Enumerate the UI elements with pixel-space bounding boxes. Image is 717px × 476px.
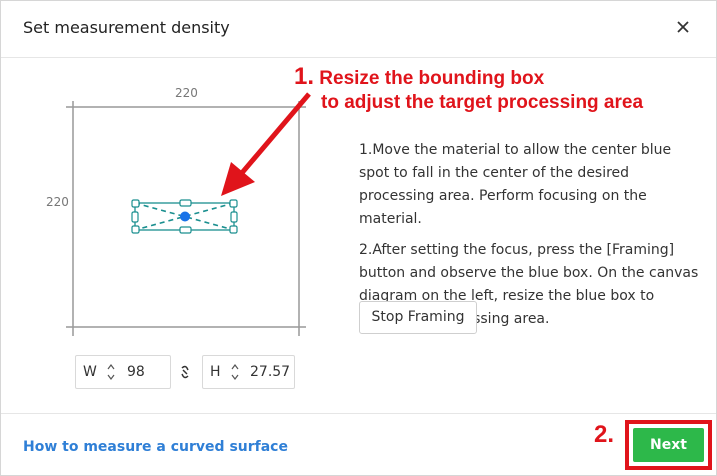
stop-framing-button[interactable]: Stop Framing — [359, 301, 477, 334]
width-value[interactable]: 98 — [127, 364, 145, 380]
annotation-1-line1: 1. Resize the bounding box — [294, 63, 545, 90]
width-field[interactable]: W 98 — [75, 355, 171, 389]
height-field[interactable]: H 27.57 — [202, 355, 295, 389]
spinner-arrows-icon[interactable] — [229, 361, 241, 383]
dialog-title: Set measurement density — [23, 18, 230, 37]
bounding-box[interactable] — [131, 199, 238, 234]
instruction-step-1: 1.Move the material to allow the center … — [359, 142, 672, 227]
width-label: W — [83, 364, 97, 380]
height-value[interactable]: 27.57 — [250, 364, 290, 380]
annotation-arrow — [221, 92, 311, 196]
next-button[interactable]: Next — [633, 428, 704, 462]
dialog-header: Set measurement density — [1, 1, 716, 58]
link-lock-icon[interactable] — [178, 364, 192, 380]
close-icon[interactable] — [671, 15, 695, 39]
annotation-2-number: 2. — [594, 421, 615, 448]
annotation-1-line2: to adjust the target processing area — [321, 92, 644, 113]
curved-surface-help-link[interactable]: How to measure a curved surface — [23, 439, 288, 455]
height-label: H — [210, 364, 221, 380]
center-spot — [180, 211, 190, 222]
dialog: Set measurement density 220 220 1. Resiz… — [0, 0, 717, 476]
spinner-arrows-icon[interactable] — [105, 361, 117, 383]
